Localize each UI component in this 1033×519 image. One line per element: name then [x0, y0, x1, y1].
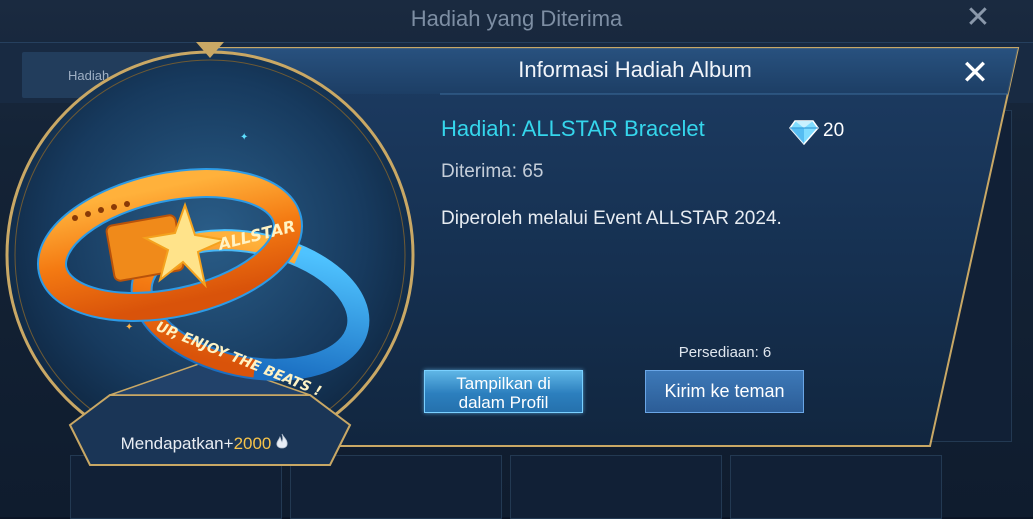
close-icon[interactable]: ✕	[954, 56, 996, 92]
background-grid-cell[interactable]	[290, 455, 502, 519]
background-close-icon[interactable]: ✕	[962, 3, 994, 33]
background-tab[interactable]: Hadiah	[22, 52, 192, 98]
background-grid-cell[interactable]	[510, 455, 722, 519]
modal-body	[200, 44, 1020, 448]
show-in-profile-button[interactable]: Tampilkan di dalam Profil	[424, 370, 583, 413]
background-title: Hadiah yang Diterima	[410, 6, 623, 31]
show-in-profile-label-2: dalam Profil	[458, 393, 549, 412]
show-in-profile-label-1: Tampilkan di	[456, 374, 551, 393]
send-to-friend-button[interactable]: Kirim ke teman	[645, 370, 804, 413]
background-grid-cell[interactable]	[730, 455, 942, 519]
background-grid-cell[interactable]	[70, 455, 282, 519]
